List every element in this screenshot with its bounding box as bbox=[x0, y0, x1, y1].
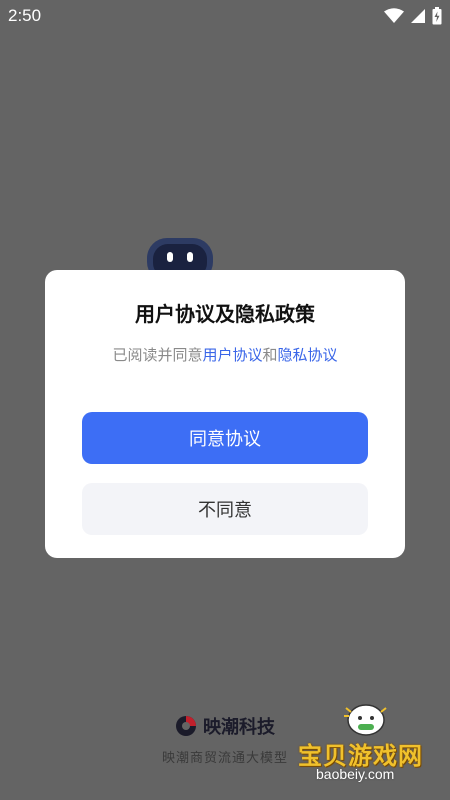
gamepad-mascot-icon bbox=[344, 704, 387, 736]
dialog-desc-conjunction: 和 bbox=[262, 346, 278, 364]
status-time: 2:50 bbox=[8, 6, 42, 25]
user-agreement-link[interactable]: 用户协议 bbox=[202, 346, 262, 364]
dialog-title: 用户协议及隐私政策 bbox=[135, 302, 315, 326]
status-icons bbox=[384, 7, 442, 25]
disagree-button[interactable]: 不同意 bbox=[82, 483, 368, 535]
dialog-desc-prefix: 已阅读并同意 bbox=[112, 346, 203, 364]
privacy-dialog: 用户协议及隐私政策 已阅读并同意用户协议和隐私协议 同意协议 不同意 bbox=[45, 270, 405, 558]
dialog-description: 已阅读并同意用户协议和隐私协议 bbox=[45, 344, 405, 365]
status-bar: 2:50 bbox=[0, 0, 450, 34]
cell-signal-icon bbox=[411, 9, 425, 23]
wifi-icon bbox=[384, 8, 404, 23]
privacy-policy-link[interactable]: 隐私协议 bbox=[278, 346, 338, 364]
agree-button[interactable]: 同意协议 bbox=[82, 412, 368, 464]
brand-logo-icon bbox=[176, 716, 196, 736]
watermark-url: baobeiy.com bbox=[316, 766, 395, 782]
watermark: 宝贝游戏网 baobeiy.com bbox=[294, 700, 444, 792]
brand-name: 映潮科技 bbox=[203, 717, 275, 738]
battery-charging-icon bbox=[432, 7, 442, 25]
